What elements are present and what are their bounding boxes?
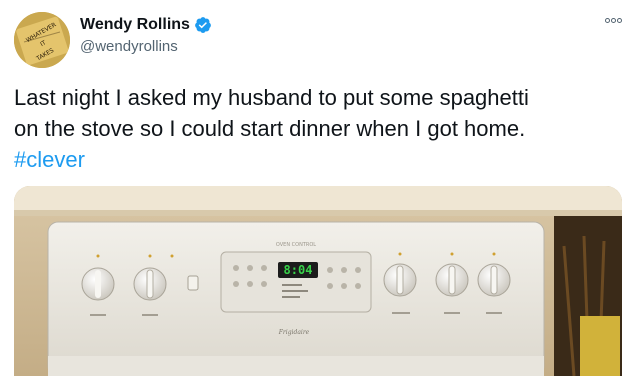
avatar-image: WHATEVER IT TAKES: [14, 12, 70, 68]
avatar[interactable]: WHATEVER IT TAKES: [14, 12, 70, 68]
tweet-photo[interactable]: OVEN CONTROL 8:04 Frigidaire: [14, 186, 622, 376]
stove-photo: OVEN CONTROL 8:04 Frigidaire: [14, 186, 622, 376]
tweet-text-line-1: Last night I asked my husband to put som…: [14, 85, 529, 110]
stove-brand: Frigidaire: [278, 329, 310, 336]
tweet-card: WHATEVER IT TAKES Wendy Rollins @wendyro…: [0, 0, 634, 376]
user-handle[interactable]: @wendyrollins: [80, 38, 178, 55]
more-options-icon[interactable]: [605, 18, 622, 23]
verified-badge-icon: [194, 16, 212, 34]
tweet-text: Last night I asked my husband to put som…: [14, 82, 624, 175]
name-row: Wendy Rollins: [80, 14, 212, 36]
hashtag-link[interactable]: #clever: [14, 144, 624, 175]
oven-clock-display: 8:04: [284, 263, 313, 277]
tweet-text-line-2: on the stove so I could start dinner whe…: [14, 116, 526, 141]
display-name[interactable]: Wendy Rollins: [80, 16, 190, 34]
svg-text:OVEN CONTROL: OVEN CONTROL: [276, 242, 316, 248]
